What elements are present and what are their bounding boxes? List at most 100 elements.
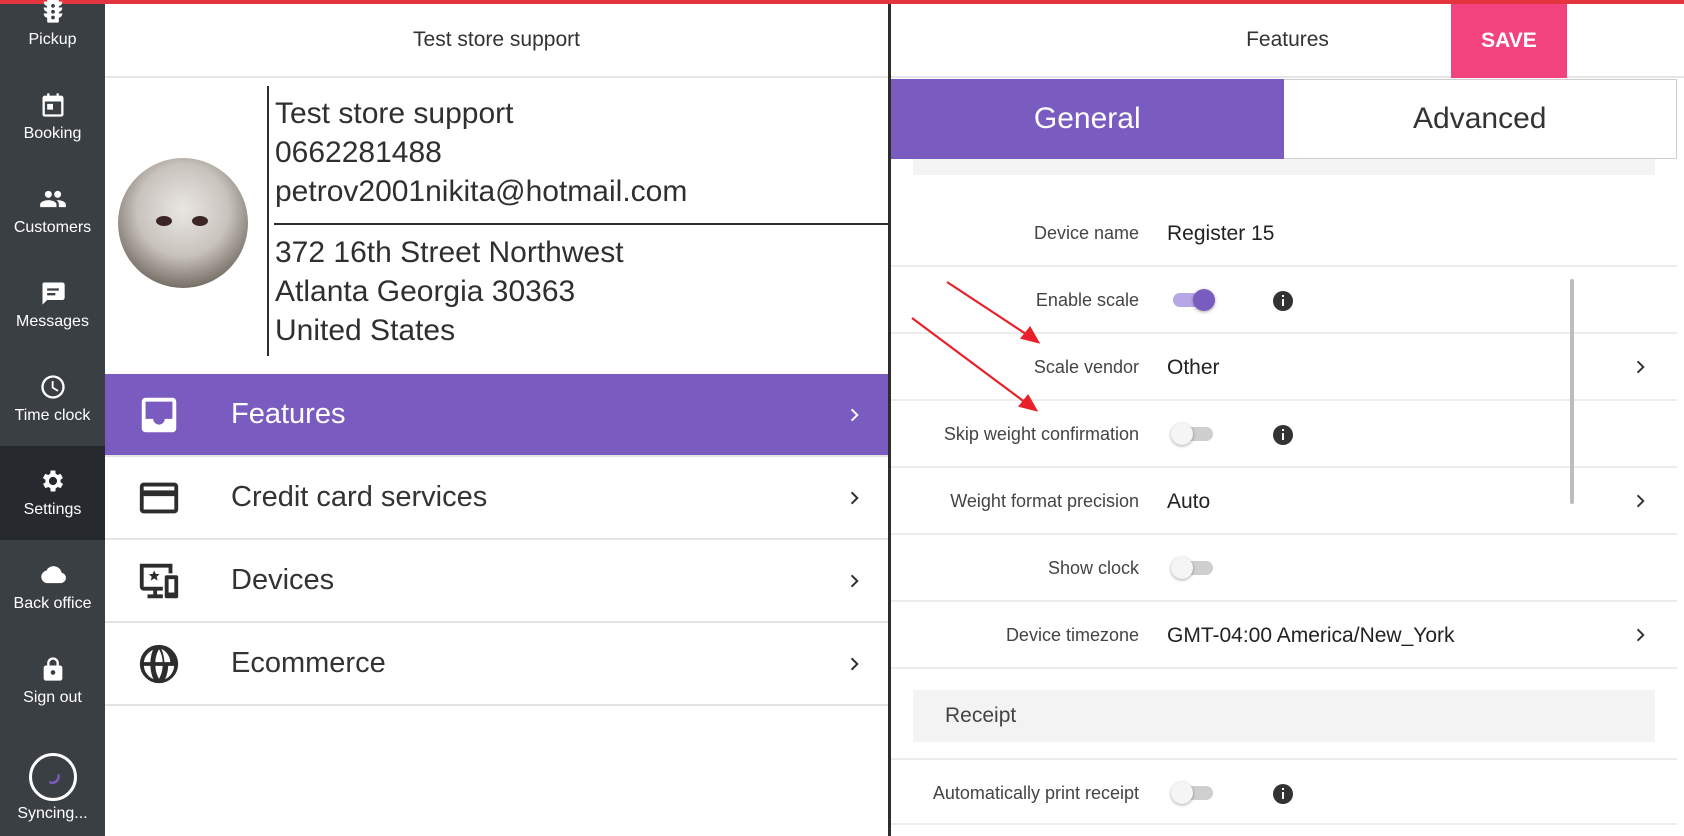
sidebar-item-pickup[interactable]: Pickup <box>0 0 105 70</box>
weight-precision-value: Auto <box>1167 489 1211 513</box>
toggle-knob <box>1193 289 1215 311</box>
scale-vendor-value: Other <box>1167 355 1220 379</box>
store-address: 372 16th Street Northwest Atlanta Georgi… <box>275 233 624 350</box>
toggle-knob <box>1171 423 1193 445</box>
store-panel: Test store support Test store support 06… <box>105 4 891 836</box>
avatar-eye <box>192 216 208 226</box>
globe-icon <box>133 638 185 690</box>
setting-label: Device name <box>1033 223 1139 243</box>
section-header-receipt: Receipt <box>913 690 1655 742</box>
sidebar-label: Back office <box>13 595 92 612</box>
sidebar-item-sign-out[interactable]: Sign out <box>0 634 105 728</box>
chevron-right-icon <box>1630 356 1652 378</box>
clock-icon <box>40 375 65 399</box>
profile-divider-horizontal <box>274 223 891 225</box>
address-line-3: United States <box>275 314 456 347</box>
setting-label: Show clock <box>1047 558 1139 578</box>
store-contact: Test store support 0662281488 petrov2001… <box>275 94 687 211</box>
setting-label: Weight format precision <box>950 491 1139 511</box>
chevron-right-icon <box>844 570 866 592</box>
avatar-eye <box>156 216 172 226</box>
store-email: petrov2001nikita@hotmail.com <box>275 175 688 208</box>
menu-item-label: Devices <box>231 564 335 596</box>
device-timezone-value: GMT-04:00 America/New_York <box>1167 623 1455 647</box>
sidebar-item-back-office[interactable]: Back office <box>0 540 105 634</box>
features-title: Features <box>1246 28 1329 51</box>
tab-advanced[interactable]: Advanced <box>1283 79 1677 159</box>
avatar <box>118 158 248 288</box>
setting-row-scale-vendor[interactable]: Scale vendor Other <box>891 334 1677 401</box>
message-icon <box>41 282 65 305</box>
section-header-device: Device <box>913 159 1655 175</box>
setting-row-skip-weight-confirmation: Skip weight confirmation <box>891 401 1677 468</box>
sidebar-label: Time clock <box>14 407 91 424</box>
menu-item-credit-card-services[interactable]: Credit card services <box>105 457 888 540</box>
store-name: Test store support <box>275 97 514 130</box>
device-name-value[interactable]: Register 15 <box>1167 200 1274 267</box>
toggle-knob <box>1171 782 1193 804</box>
save-button[interactable]: SAVE <box>1451 4 1567 78</box>
setting-label: Scale vendor <box>1033 357 1139 377</box>
sync-label: Syncing... <box>17 805 88 822</box>
menu-item-label: Credit card services <box>231 481 488 513</box>
store-profile: Test store support 0662281488 petrov2001… <box>105 78 891 374</box>
menu-item-label: Features <box>231 398 346 430</box>
setting-row-auto-print-receipt: Automatically print receipt <box>891 758 1677 825</box>
menu-item-label: Ecommerce <box>231 647 386 679</box>
sidebar-item-settings[interactable]: Settings <box>0 446 105 540</box>
settings-list: Device Device name Register 15 Enable sc… <box>891 159 1677 836</box>
lock-icon <box>43 657 62 681</box>
address-line-1: 372 16th Street Northwest <box>275 236 624 269</box>
setting-label: Skip weight confirmation <box>943 424 1139 444</box>
setting-row-enable-scale: Enable scale <box>891 267 1677 334</box>
sidebar-label: Customers <box>13 219 92 236</box>
chevron-right-icon <box>844 487 866 509</box>
features-tabs: General Advanced <box>891 79 1677 159</box>
gear-icon <box>42 470 63 492</box>
traffic-light-icon <box>43 0 62 23</box>
show-clock-toggle[interactable] <box>1171 557 1213 579</box>
setting-row-device-timezone[interactable]: Device timezone GMT-04:00 America/New_Yo… <box>891 602 1677 669</box>
info-icon[interactable] <box>1271 289 1295 313</box>
menu-item-devices[interactable]: Devices <box>105 540 888 623</box>
setting-label: Automatically print receipt <box>932 783 1139 803</box>
inbox-icon <box>133 389 185 441</box>
sidebar-item-messages[interactable]: Messages <box>0 258 105 352</box>
setting-label: Device timezone <box>1005 625 1139 645</box>
menu-item-features[interactable]: Features <box>105 374 888 457</box>
address-line-2: Atlanta Georgia 30363 <box>275 275 576 308</box>
devices-icon <box>133 555 185 607</box>
sync-spinner-icon <box>28 753 77 801</box>
tab-general[interactable]: General <box>891 79 1284 159</box>
scrollbar[interactable] <box>1570 279 1574 504</box>
main-sidebar: Pickup Booking Customers Messages Time c… <box>0 0 105 836</box>
features-header: Features SAVE <box>891 4 1684 78</box>
skip-weight-toggle[interactable] <box>1171 423 1213 445</box>
calendar-icon <box>42 93 63 117</box>
info-icon[interactable] <box>1271 782 1295 806</box>
setting-row-device-name[interactable]: Device name Register 15 <box>891 200 1677 267</box>
auto-print-toggle[interactable] <box>1171 782 1213 804</box>
toggle-knob <box>1171 557 1193 579</box>
chevron-right-icon <box>844 404 866 426</box>
credit-card-icon <box>133 472 185 524</box>
chevron-right-icon <box>1630 490 1652 512</box>
sidebar-item-time-clock[interactable]: Time clock <box>0 352 105 446</box>
setting-row-weight-format-precision[interactable]: Weight format precision Auto <box>891 468 1677 535</box>
sidebar-label: Settings <box>23 501 82 518</box>
sidebar-label: Booking <box>23 125 82 142</box>
store-phone: 0662281488 <box>275 136 442 169</box>
people-icon <box>39 190 66 208</box>
sidebar-item-booking[interactable]: Booking <box>0 70 105 164</box>
info-icon[interactable] <box>1271 423 1295 447</box>
store-panel-title: Test store support <box>105 4 888 78</box>
sidebar-item-customers[interactable]: Customers <box>0 164 105 258</box>
features-panel: Features SAVE General Advanced Device De… <box>891 4 1684 836</box>
menu-item-ecommerce[interactable]: Ecommerce <box>105 623 888 706</box>
chevron-right-icon <box>1630 624 1652 646</box>
enable-scale-toggle[interactable] <box>1173 289 1215 311</box>
sidebar-label: Messages <box>16 313 89 330</box>
sidebar-label: Sign out <box>23 689 82 706</box>
profile-divider-vertical <box>267 86 269 356</box>
chevron-right-icon <box>844 653 866 675</box>
